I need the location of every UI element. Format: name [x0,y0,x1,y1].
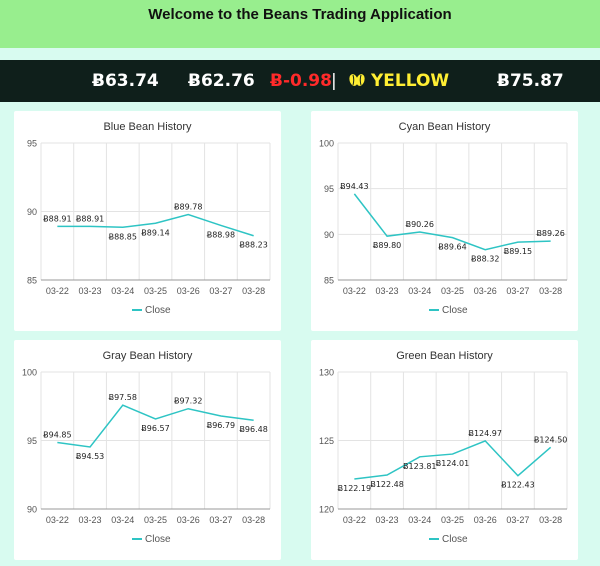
x-tick-label: 03-25 [441,286,464,296]
x-tick-label: 03-27 [209,515,232,525]
blue-bean-chart-card: Blue Bean History 85 90 95 03-22 03-23 03-24 03… [14,111,281,331]
chart-title: Green Bean History [396,350,493,362]
data-label: Ƀ94.53 [76,452,104,461]
blue-bean-history-chart: Blue Bean History 85 90 95 03-22 03-23 03-24 03… [27,121,271,316]
data-label: Ƀ89.15 [504,247,532,256]
x-tick-label: 03-28 [539,286,562,296]
data-label: Ƀ88.32 [471,255,499,264]
legend-label: Close [145,534,171,545]
data-label: Ƀ124.97 [468,429,501,438]
x-tick-label: 03-24 [111,515,134,525]
y-tick-label: 85 [324,276,334,286]
x-tick-label: 03-23 [79,515,102,525]
data-label: Ƀ89.14 [141,228,169,237]
ticker-price: Ƀ62.76 [188,71,255,91]
x-tick-label: 03-27 [209,286,232,296]
data-label: Ƀ124.50 [534,435,567,444]
x-tick-label: 03-22 [46,515,69,525]
data-label: Ƀ88.23 [239,241,267,250]
data-label: Ƀ122.43 [501,481,534,490]
ticker-separator: | [331,71,337,91]
data-label: Ƀ97.32 [174,397,202,406]
data-label: Ƀ123.81 [403,462,436,471]
green-bean-chart-card: Green Bean History 120 125 130 03-22 03-23 03-… [311,340,578,560]
x-tick-label: 03-24 [408,515,431,525]
ticker-change: Ƀ-0.98 [270,71,332,91]
cyan-bean-chart-card: Cyan Bean History 85 90 95 100 03-22 03-23 03-2… [311,111,578,331]
x-tick-label: 03-28 [242,286,265,296]
data-label: Ƀ94.43 [340,182,368,191]
data-label: Ƀ88.98 [207,230,235,239]
data-label: Ƀ97.58 [109,393,137,402]
y-tick-label: 125 [319,436,334,446]
y-tick-label: 95 [324,184,334,194]
x-tick-label: 03-25 [144,515,167,525]
x-tick-label: 03-23 [79,286,102,296]
data-label: Ƀ122.48 [370,480,403,489]
x-tick-label: 03-23 [376,286,399,296]
data-label: Ƀ124.01 [436,459,469,468]
x-tick-label: 03-28 [242,515,265,525]
ticker-bean-name: YELLOW [371,71,450,91]
x-tick-label: 03-28 [539,515,562,525]
data-label: Ƀ96.57 [141,424,169,433]
x-tick-label: 03-26 [177,286,200,296]
x-tick-label: 03-22 [343,515,366,525]
x-tick-label: 03-26 [474,515,497,525]
gray-bean-history-chart: Gray Bean History 90 95 100 03-22 03-23 03-24 0… [22,350,271,545]
data-label: Ƀ89.64 [438,243,466,252]
data-label: Ƀ96.79 [207,421,235,430]
y-tick-label: 130 [319,368,334,378]
legend-label: Close [145,305,171,316]
y-tick-label: 95 [27,436,37,446]
data-label: Ƀ89.80 [373,241,401,250]
x-tick-label: 03-25 [441,515,464,525]
x-tick-label: 03-27 [506,515,529,525]
data-label: Ƀ88.91 [43,214,71,223]
x-tick-label: 03-24 [408,286,431,296]
y-tick-label: 90 [27,505,37,515]
cyan-bean-history-chart: Cyan Bean History 85 90 95 100 03-22 03-23 03-2… [319,121,568,316]
x-tick-label: 03-26 [177,515,200,525]
y-tick-label: 85 [27,276,37,286]
y-tick-label: 95 [27,139,37,149]
x-tick-label: 03-23 [376,515,399,525]
chart-title: Blue Bean History [103,121,192,133]
x-tick-label: 03-22 [343,286,366,296]
bean-icon [349,74,365,86]
gray-bean-chart-card: Gray Bean History 90 95 100 03-22 03-23 03-24 0… [14,340,281,560]
x-tick-label: 03-25 [144,286,167,296]
x-tick-label: 03-24 [111,286,134,296]
data-label: Ƀ122.19 [338,484,371,493]
legend-label: Close [442,534,468,545]
data-label: Ƀ88.85 [109,232,137,241]
data-label: Ƀ96.48 [239,425,267,434]
y-tick-label: 100 [319,139,334,149]
page-title: Welcome to the Beans Trading Application [148,6,452,23]
y-tick-label: 100 [22,368,37,378]
data-label: Ƀ89.26 [536,229,564,238]
y-tick-label: 90 [324,230,334,240]
x-tick-label: 03-22 [46,286,69,296]
x-tick-label: 03-27 [506,286,529,296]
ticker-price: Ƀ75.87 [497,71,564,91]
x-tick-label: 03-26 [474,286,497,296]
data-label: Ƀ94.85 [43,431,71,440]
chart-title: Cyan Bean History [399,121,491,133]
price-ticker: Ƀ63.74 Ƀ62.76 Ƀ-0.98 | YELLOW Ƀ75.87 [0,60,600,102]
data-label: Ƀ90.26 [406,220,434,229]
data-label: Ƀ89.78 [174,203,202,212]
data-label: Ƀ88.91 [76,214,104,223]
legend-label: Close [442,305,468,316]
app-header: Welcome to the Beans Trading Application [0,0,600,48]
y-tick-label: 90 [27,207,37,217]
green-bean-history-chart: Green Bean History 120 125 130 03-22 03-23 03-… [319,350,568,545]
ticker-price: Ƀ63.74 [92,71,159,91]
chart-title: Gray Bean History [103,350,193,362]
y-tick-label: 120 [319,505,334,515]
